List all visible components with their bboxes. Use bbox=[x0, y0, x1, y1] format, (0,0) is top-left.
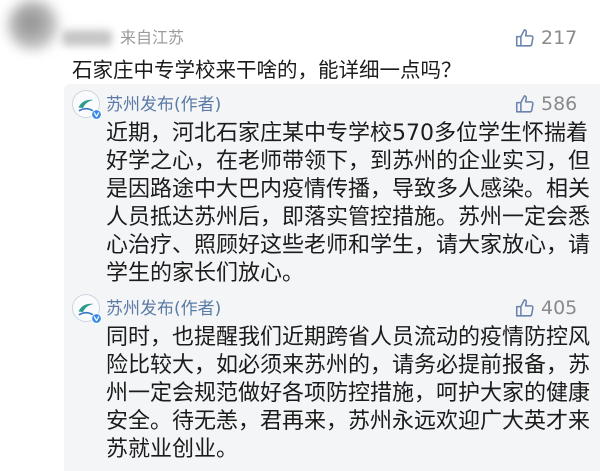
verified-badge-icon bbox=[91, 109, 102, 120]
thumbs-up-icon bbox=[514, 93, 536, 115]
reply-avatar[interactable] bbox=[72, 90, 102, 120]
reply-text-line: 安全。待无恙，君再来，苏州永远欢迎广大英才来 bbox=[106, 409, 591, 434]
like-count: 217 bbox=[541, 27, 578, 49]
commenter-avatar[interactable] bbox=[8, 0, 58, 50]
comment-like-button[interactable]: 217 bbox=[514, 27, 577, 49]
reply-text-line: 同时，也提醒我们近期跨省人员流动的疫情防控风 bbox=[106, 325, 591, 350]
like-count: 586 bbox=[541, 93, 578, 115]
reply-text: 近期，河北石家庄某中专学校570多位学生怀揣着 好学之心，在老师带领下，到苏州的… bbox=[106, 120, 600, 288]
commenter-name-blurred[interactable] bbox=[62, 30, 112, 46]
reply-avatar[interactable] bbox=[72, 294, 102, 324]
comment-text: 石家庄中专学校来干啥的，能详细一点吗？ bbox=[72, 58, 462, 82]
reply-text-line: 好学之心，在老师带领下，到苏州的企业实习，但 bbox=[106, 149, 591, 174]
reply-author-name[interactable]: 苏州发布(作者) bbox=[106, 298, 221, 320]
reply-text-line: 险比较大，如必须来苏州的，请务必提前报备，苏 bbox=[106, 353, 591, 378]
reply-text-line: 州一定会规范做好各项防控措施，呵护大家的健康 bbox=[106, 381, 591, 406]
comment-card: 来自江苏 217 石家庄中专学校来干啥的，能详细一点吗？ 苏州发布(作者) 58… bbox=[0, 0, 600, 471]
reply-like-button[interactable]: 586 bbox=[514, 93, 577, 115]
like-count: 405 bbox=[541, 297, 578, 319]
reply-text-line: 人员抵达苏州后，即落实管控措施。苏州一定会悉 bbox=[106, 205, 591, 230]
reply-list: 苏州发布(作者) 586 近期，河北石家庄某中专学校570多位学生怀揣着 好学之… bbox=[64, 84, 600, 471]
reply-text-line: 近期，河北石家庄某中专学校570多位学生怀揣着 bbox=[106, 121, 588, 146]
reply-text-line: 苏就业创业。 bbox=[106, 437, 239, 462]
reply-item: 苏州发布(作者) 586 近期，河北石家庄某中专学校570多位学生怀揣着 好学之… bbox=[64, 84, 600, 288]
reply-text-line: 学生的家长们放心。 bbox=[106, 261, 305, 286]
reply-item: 苏州发布(作者) 405 同时，也提醒我们近期跨省人员流动的疫情防控风 险比较大… bbox=[64, 288, 600, 464]
thumbs-up-icon bbox=[514, 27, 536, 49]
reply-text: 同时，也提醒我们近期跨省人员流动的疫情防控风 险比较大，如必须来苏州的，请务必提… bbox=[106, 324, 600, 464]
reply-text-line: 心治疗、照顾好这些老师和学生，请大家放心，请 bbox=[106, 233, 591, 258]
thumbs-up-icon bbox=[514, 297, 536, 319]
comment-location: 来自江苏 bbox=[120, 28, 185, 47]
reply-author-name[interactable]: 苏州发布(作者) bbox=[106, 94, 221, 116]
verified-badge-icon bbox=[91, 313, 102, 324]
reply-text-line: 是因路途中大巴内疫情传播，导致多人感染。相关 bbox=[106, 177, 591, 202]
reply-like-button[interactable]: 405 bbox=[514, 297, 577, 319]
